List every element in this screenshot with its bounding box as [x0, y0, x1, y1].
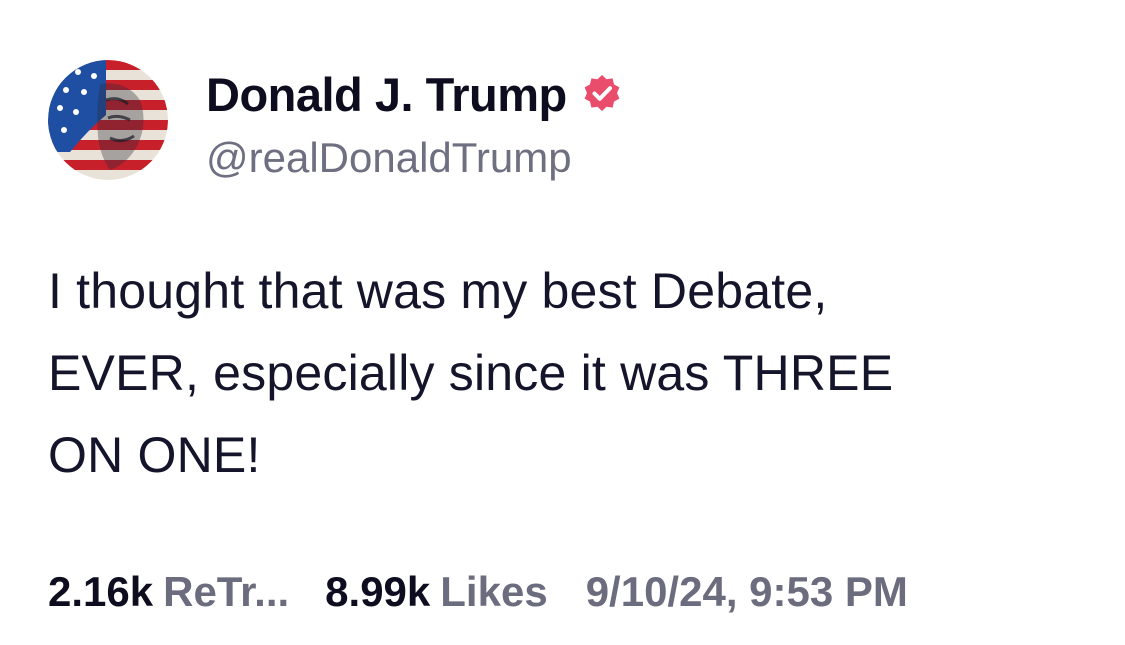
verified-badge-icon [581, 73, 623, 115]
likes-stat[interactable]: 8.99k Likes [325, 568, 548, 616]
retruths-stat[interactable]: 2.16k ReTr... [48, 568, 289, 616]
avatar[interactable] [48, 60, 168, 180]
post-stats: 2.16k ReTr... 8.99k Likes 9/10/24, 9:53 … [48, 562, 908, 622]
truth-post: Donald J. Trump @realDonaldTrump I thoug… [0, 0, 1125, 645]
author-row: Donald J. Trump [206, 66, 623, 122]
post-timestamp[interactable]: 9/10/24, 9:53 PM [586, 568, 908, 616]
author-display-name[interactable]: Donald J. Trump [206, 67, 567, 122]
likes-count: 8.99k [325, 568, 431, 615]
post-body: I thought that was my best Debate, EVER,… [48, 250, 1088, 496]
retruths-count: 2.16k [48, 568, 154, 615]
post-line: ON ONE! [48, 427, 261, 483]
post-line: I thought that was my best Debate, [48, 263, 828, 319]
retruths-label: ReTr... [163, 568, 290, 615]
flag-portrait-avatar-icon [48, 60, 168, 180]
author-handle[interactable]: @realDonaldTrump [206, 134, 572, 182]
post-line: EVER, especially since it was THREE [48, 345, 894, 401]
likes-label: Likes [440, 568, 548, 615]
